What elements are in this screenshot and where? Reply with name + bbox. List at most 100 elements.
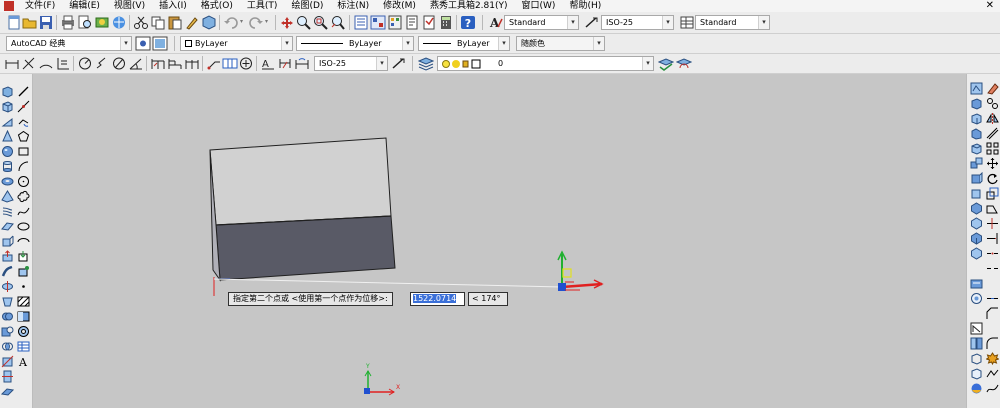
linear-dim-icon[interactable] bbox=[4, 56, 20, 71]
zoom-previous-icon[interactable] bbox=[330, 15, 346, 30]
calculator-icon[interactable] bbox=[438, 15, 454, 30]
fillet-icon[interactable] bbox=[986, 337, 999, 350]
my-workspace-icon[interactable] bbox=[152, 36, 168, 51]
stretch-icon[interactable] bbox=[986, 202, 999, 215]
helix-icon[interactable] bbox=[1, 205, 14, 218]
zoom-realtime-icon[interactable] bbox=[296, 15, 312, 30]
dim-update-icon[interactable] bbox=[294, 56, 310, 71]
polyline-icon[interactable] bbox=[17, 115, 30, 128]
box-top-face[interactable] bbox=[209, 137, 392, 226]
revolve-icon[interactable] bbox=[1, 280, 14, 293]
dim-edit-icon[interactable]: A bbox=[260, 56, 276, 71]
planar-surface-icon[interactable] bbox=[1, 220, 14, 233]
move-faces-icon[interactable] bbox=[970, 187, 983, 200]
menu-help[interactable]: 帮助(H) bbox=[562, 0, 608, 12]
rotate-faces-icon[interactable] bbox=[970, 232, 983, 245]
color-faces-icon[interactable] bbox=[970, 292, 983, 305]
distance-input[interactable]: 1522.0714 bbox=[410, 292, 465, 306]
3d-move-icon[interactable] bbox=[970, 97, 983, 110]
union-icon[interactable] bbox=[1, 310, 14, 323]
render-icon[interactable] bbox=[970, 382, 983, 395]
break-at-point-icon[interactable] bbox=[986, 247, 999, 260]
menu-edit[interactable]: 编辑(E) bbox=[62, 0, 107, 12]
insert-block-icon[interactable] bbox=[17, 250, 30, 263]
circle-icon[interactable] bbox=[17, 175, 30, 188]
angular-dim-icon[interactable] bbox=[128, 56, 144, 71]
markup-set-icon[interactable] bbox=[421, 15, 437, 30]
diameter-dim-icon[interactable] bbox=[111, 56, 127, 71]
move-gizmo[interactable] bbox=[557, 250, 604, 291]
layer-select[interactable]: 0 ▾ bbox=[437, 56, 654, 71]
design-center-icon[interactable] bbox=[370, 15, 386, 30]
aligned-dim-icon[interactable] bbox=[21, 56, 37, 71]
table-icon[interactable] bbox=[17, 340, 30, 353]
menu-dimension[interactable]: 标注(N) bbox=[330, 0, 376, 12]
copy-object-icon[interactable] bbox=[986, 97, 999, 110]
dim-style-manager-icon[interactable] bbox=[391, 56, 407, 71]
ellipse-arc-icon[interactable] bbox=[17, 235, 30, 248]
center-mark-icon[interactable] bbox=[238, 56, 254, 71]
hatch-icon[interactable] bbox=[17, 295, 30, 308]
loft-icon[interactable] bbox=[1, 295, 14, 308]
paste-icon[interactable] bbox=[167, 15, 183, 30]
3d-dwf-icon[interactable] bbox=[111, 15, 127, 30]
line-icon[interactable] bbox=[17, 85, 30, 98]
presspull-icon[interactable] bbox=[1, 250, 14, 263]
torus-icon[interactable] bbox=[1, 175, 14, 188]
text-style-icon[interactable]: A bbox=[488, 15, 504, 30]
3d-mirror-icon[interactable] bbox=[970, 142, 983, 155]
3d-array-icon[interactable] bbox=[970, 157, 983, 170]
3d-orbit-icon[interactable] bbox=[970, 82, 983, 95]
ordinate-dim-icon[interactable] bbox=[55, 56, 71, 71]
polysolid-icon[interactable] bbox=[1, 85, 14, 98]
mirror-icon[interactable] bbox=[986, 112, 999, 125]
dim-text-edit-icon[interactable] bbox=[277, 56, 293, 71]
tool-palettes-icon[interactable] bbox=[387, 15, 403, 30]
linetype-select[interactable]: ByLayer ▾ bbox=[296, 36, 414, 51]
menu-yanxiu-tools[interactable]: 燕秀工具箱2.81(Y) bbox=[423, 0, 515, 12]
cut-icon[interactable] bbox=[133, 15, 149, 30]
offset-faces-icon[interactable] bbox=[970, 202, 983, 215]
pan-icon[interactable] bbox=[279, 15, 295, 30]
lineweight-select[interactable]: ByLayer ▾ bbox=[418, 36, 510, 51]
undo-icon[interactable] bbox=[223, 15, 239, 30]
rectangle-icon[interactable] bbox=[17, 145, 30, 158]
wedge-icon[interactable] bbox=[1, 115, 14, 128]
dim-style-select[interactable]: ISO-25 ▾ bbox=[601, 15, 674, 30]
properties-icon[interactable] bbox=[353, 15, 369, 30]
cone-icon[interactable] bbox=[1, 130, 14, 143]
chamfer-icon[interactable] bbox=[986, 307, 999, 320]
publish-icon[interactable] bbox=[94, 15, 110, 30]
arc-length-icon[interactable] bbox=[38, 56, 54, 71]
table-style-select[interactable]: Standard ▾ bbox=[695, 15, 770, 30]
polygon-icon[interactable] bbox=[17, 130, 30, 143]
close-icon[interactable]: ✕ bbox=[986, 0, 994, 12]
save-icon[interactable] bbox=[38, 15, 54, 30]
table-style-icon[interactable] bbox=[679, 15, 695, 30]
move-icon[interactable] bbox=[986, 157, 999, 170]
menu-modify[interactable]: 修改(M) bbox=[376, 0, 423, 12]
redo-icon[interactable] bbox=[248, 15, 264, 30]
menu-file[interactable]: 文件(F) bbox=[18, 0, 62, 12]
spline-icon[interactable] bbox=[17, 205, 30, 218]
quick-dim-icon[interactable] bbox=[150, 56, 166, 71]
layer-properties-icon[interactable] bbox=[418, 56, 434, 71]
quick-leader-icon[interactable] bbox=[206, 56, 222, 71]
separate-icon[interactable] bbox=[970, 337, 983, 350]
zoom-window-icon[interactable] bbox=[313, 15, 329, 30]
trim-icon[interactable] bbox=[986, 217, 999, 230]
pyramid-icon[interactable] bbox=[1, 190, 14, 203]
dim-style-quick-select[interactable]: ISO-25 ▾ bbox=[314, 56, 388, 71]
make-object-layer-current-icon[interactable] bbox=[658, 56, 674, 71]
array-icon[interactable] bbox=[986, 142, 999, 155]
offset-icon[interactable] bbox=[986, 127, 999, 140]
menu-window[interactable]: 窗口(W) bbox=[515, 0, 563, 12]
new-file-icon[interactable] bbox=[6, 15, 22, 30]
arc-icon[interactable] bbox=[17, 160, 30, 173]
menu-insert[interactable]: 插入(I) bbox=[152, 0, 194, 12]
box-icon[interactable] bbox=[1, 100, 14, 113]
plot-style-select[interactable]: 随颜色 ▾ bbox=[516, 36, 605, 51]
continue-dim-icon[interactable] bbox=[184, 56, 200, 71]
extrude-icon[interactable] bbox=[1, 235, 14, 248]
intersect-icon[interactable] bbox=[1, 340, 14, 353]
